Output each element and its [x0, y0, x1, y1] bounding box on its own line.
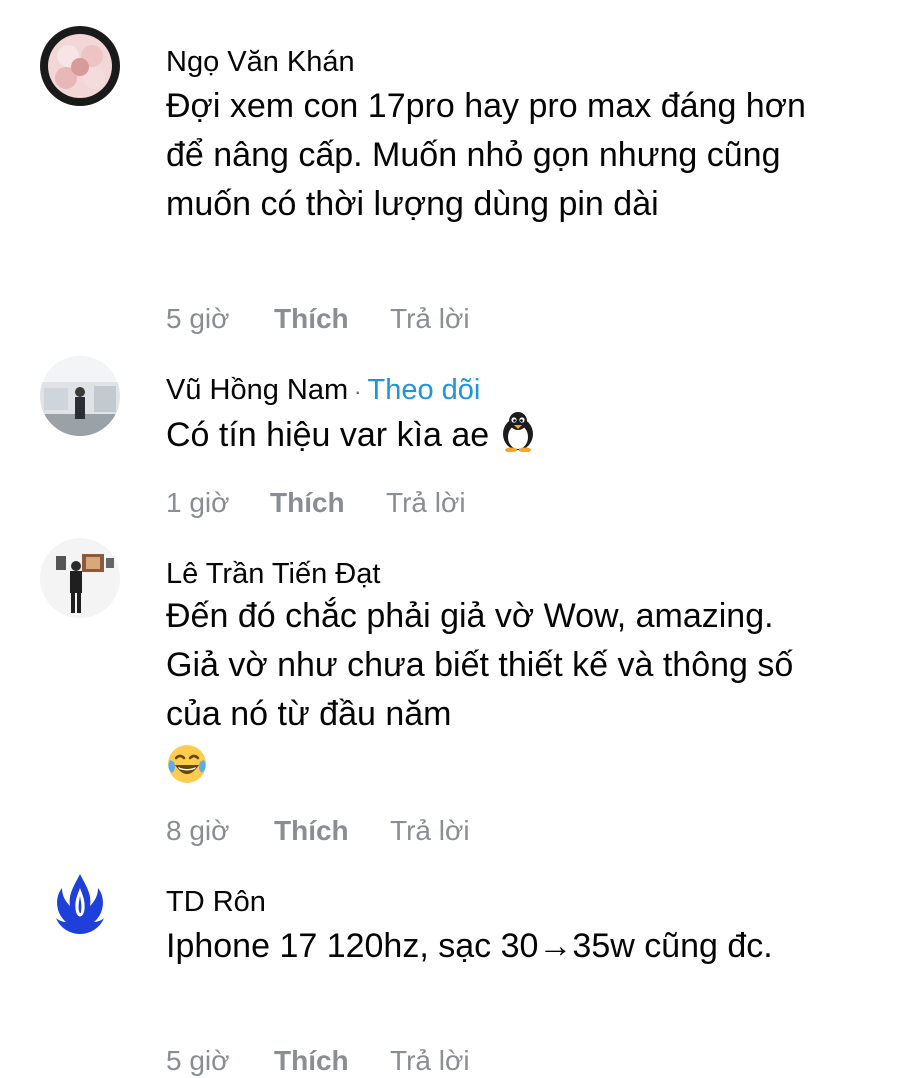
- avatar[interactable]: [40, 866, 120, 946]
- reply-button[interactable]: Trả lời: [390, 302, 470, 336]
- comment-actions: 1 giờ Thích Trả lời: [166, 486, 466, 520]
- reply-button[interactable]: Trả lời: [390, 814, 470, 848]
- avatar[interactable]: [40, 26, 120, 106]
- comment-text-content: Có tín hiệu var kìa ae: [166, 416, 490, 454]
- comment-text: Iphone 17 120hz, sạc 30→35w cũng đc.: [166, 927, 773, 965]
- penguin-emoji-icon: [499, 410, 537, 466]
- reply-button[interactable]: Trả lời: [386, 486, 466, 520]
- author-name[interactable]: TD Rôn: [166, 886, 266, 918]
- comment-text: Có tín hiệu var kìa ae: [166, 410, 806, 466]
- like-button[interactable]: Thích: [274, 1044, 390, 1078]
- author-line: TD Rôn: [166, 884, 266, 920]
- author-name[interactable]: Ngọ Văn Khán: [166, 46, 355, 78]
- comment-actions: 5 giờ Thích Trả lời: [166, 302, 470, 336]
- comment-time[interactable]: 1 giờ: [166, 486, 270, 520]
- author-line: Vũ Hồng Nam · Theo dõi: [166, 372, 480, 410]
- reply-button[interactable]: Trả lời: [390, 1044, 470, 1078]
- like-button[interactable]: Thích: [274, 814, 390, 848]
- follow-button[interactable]: Theo dõi: [367, 374, 480, 406]
- author-name[interactable]: Lê Trần Tiến Đạt: [166, 558, 380, 590]
- comment-actions: 8 giờ Thích Trả lời: [166, 814, 470, 848]
- author-line: Ngọ Văn Khán: [166, 44, 355, 80]
- comment-text: Đến đó chắc phải giả vờ Wow, amazing. Gi…: [166, 592, 806, 799]
- like-button[interactable]: Thích: [270, 486, 386, 520]
- author-line: Lê Trần Tiến Đạt: [166, 556, 380, 592]
- like-button[interactable]: Thích: [274, 302, 390, 336]
- avatar[interactable]: [40, 538, 120, 618]
- comment-time[interactable]: 8 giờ: [166, 814, 274, 848]
- comment-time[interactable]: 5 giờ: [166, 1044, 274, 1078]
- separator-dot: ·: [354, 379, 362, 404]
- author-name[interactable]: Vũ Hồng Nam: [166, 374, 348, 406]
- comment-time[interactable]: 5 giờ: [166, 302, 274, 336]
- comment-text-content: Đến đó chắc phải giả vờ Wow, amazing. Gi…: [166, 597, 794, 733]
- laughing-tears-emoji-icon: [166, 743, 208, 799]
- avatar[interactable]: [40, 356, 120, 436]
- comment-text: Đợi xem con 17pro hay pro max đáng hơn đ…: [166, 87, 806, 223]
- comment-actions: 5 giờ Thích Trả lời: [166, 1044, 470, 1078]
